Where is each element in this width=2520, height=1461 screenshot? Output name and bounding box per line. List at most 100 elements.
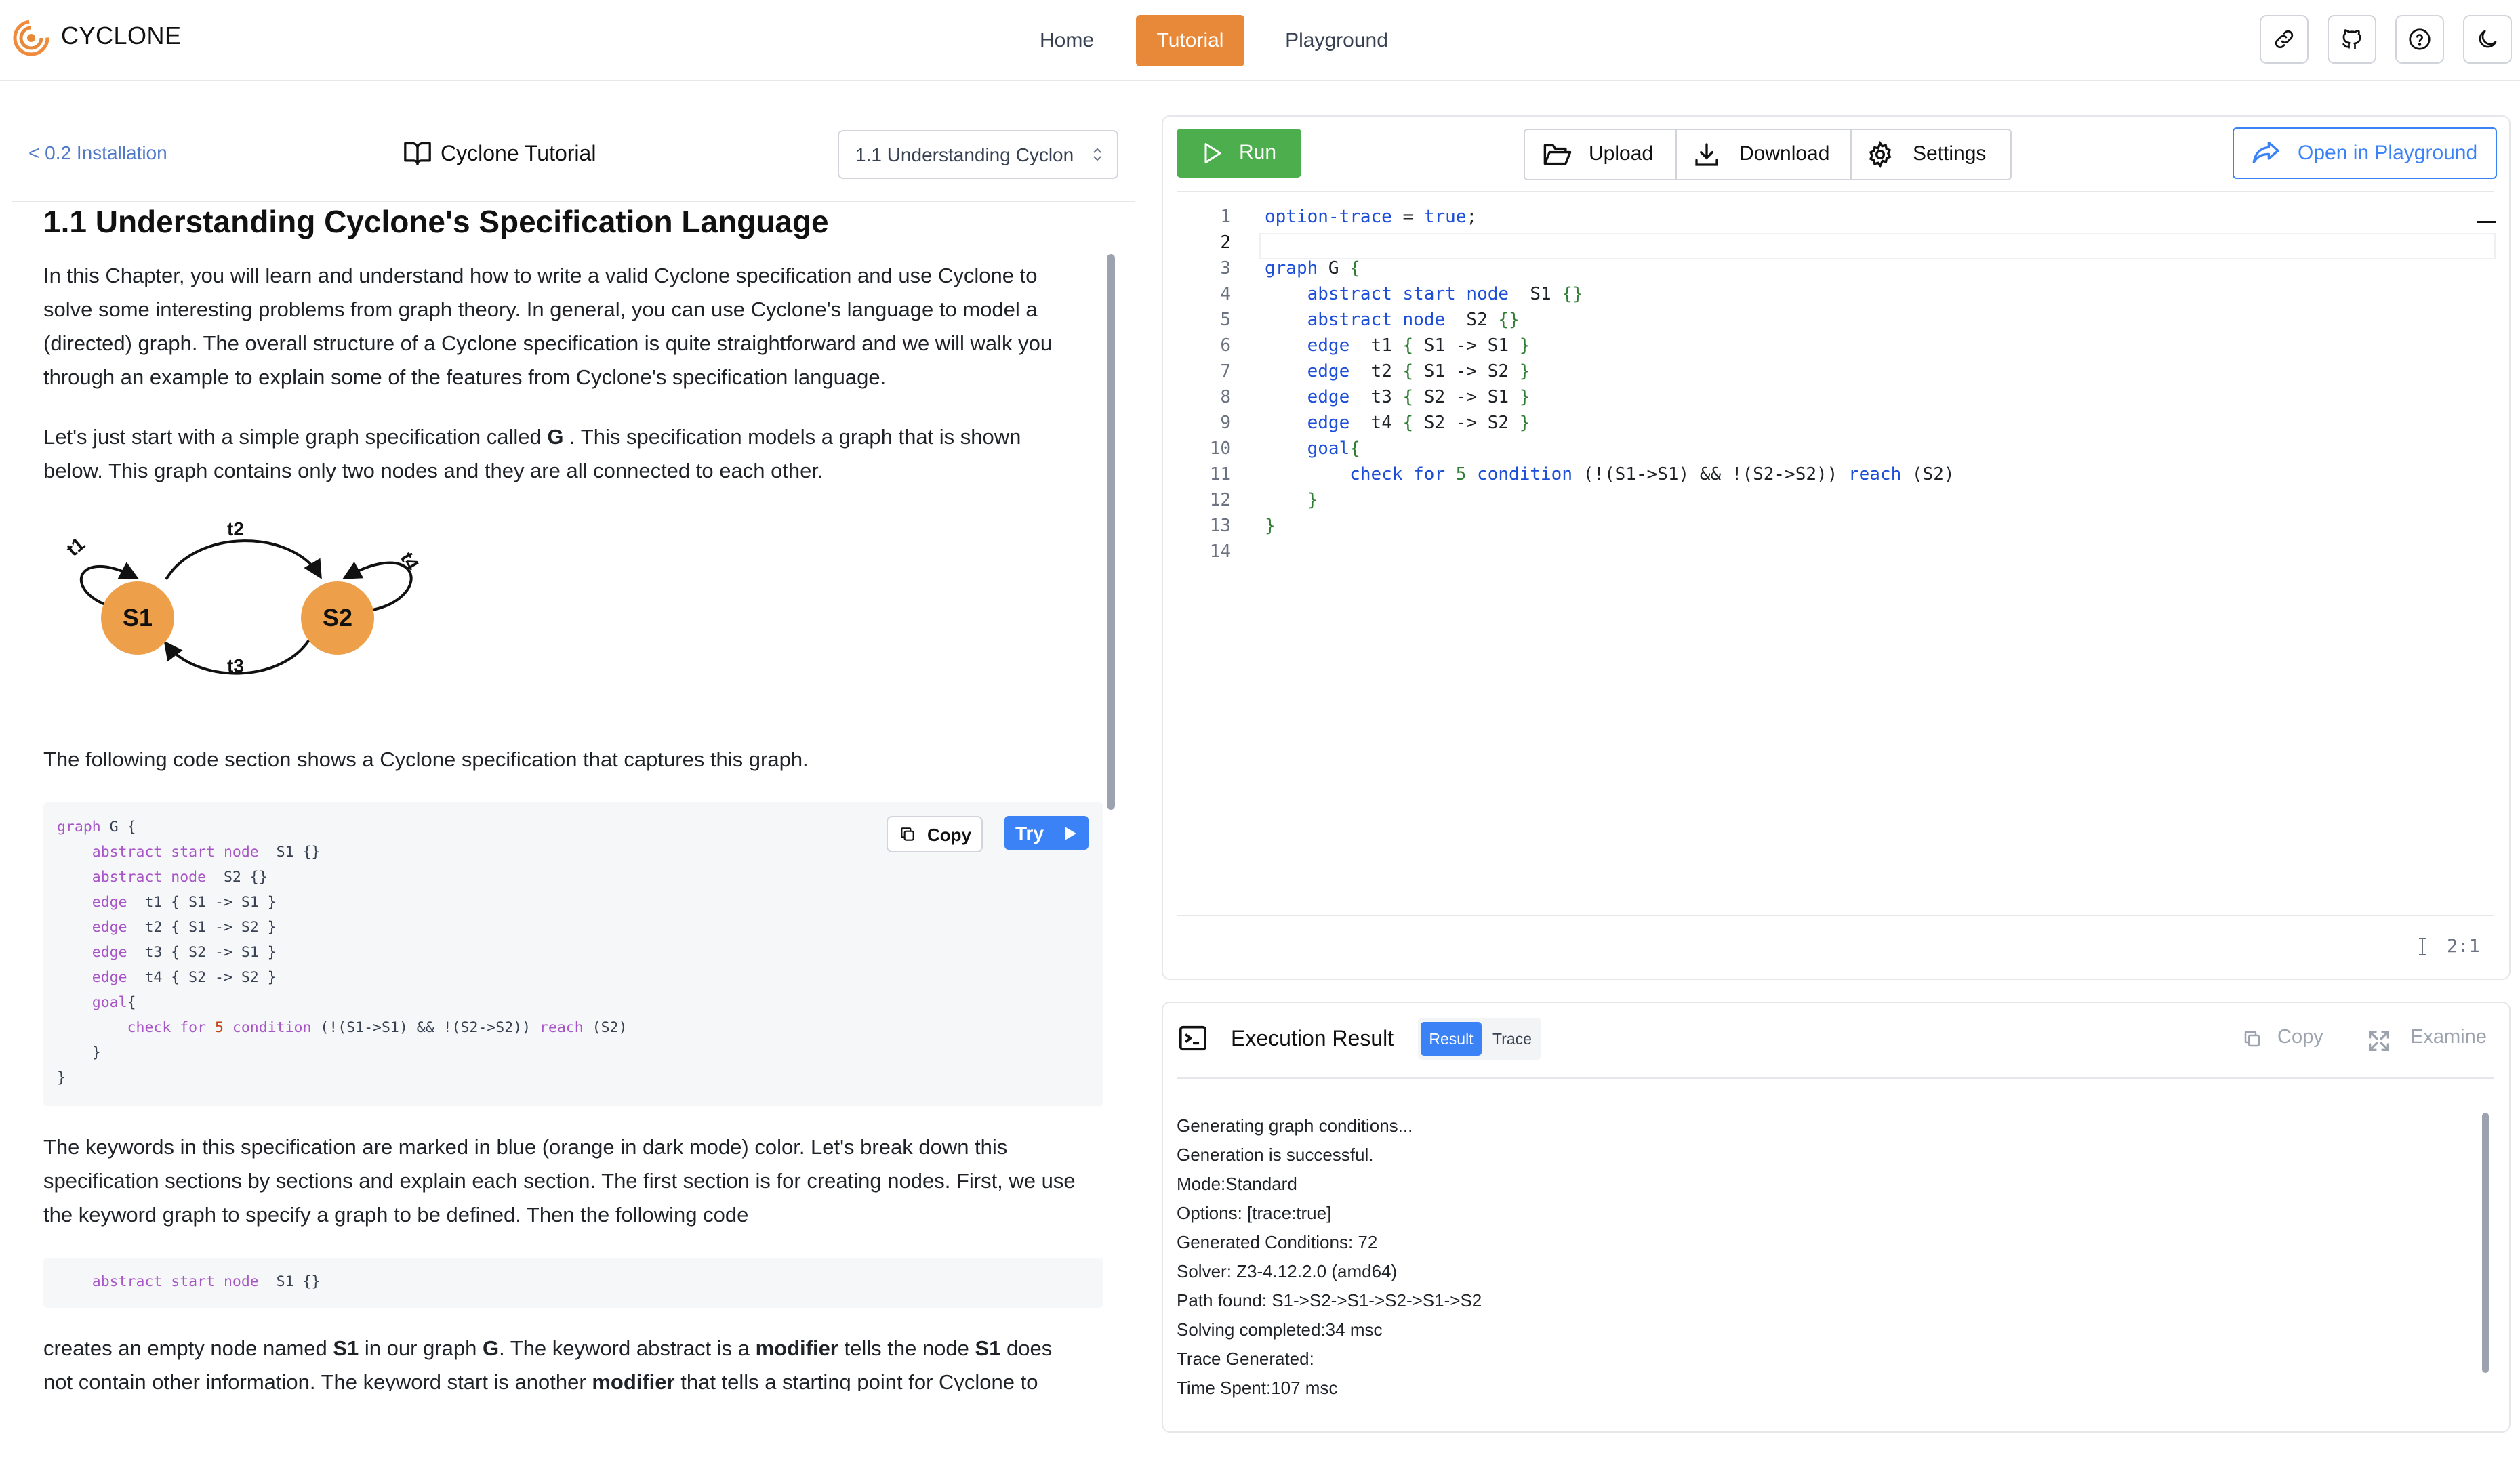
intro-paragraph: In this Chapter, you will learn and unde… [43,259,1101,394]
code-intro-text: The following code section shows a Cyclo… [43,747,809,771]
settings-button[interactable]: Settings [1852,130,2010,179]
line-number: 12 [1209,490,1231,510]
line-number: 14 [1209,541,1231,562]
output-line: Options: [trace:true] [1177,1203,1332,1223]
line-number: 13 [1209,516,1231,536]
text-line: the keyword graph to specify a graph to … [43,1203,749,1227]
keywords-paragraph: The keywords in this specification are m… [43,1130,1101,1232]
code-line[interactable]: goal{ [1265,438,1360,459]
text-line: creates an empty node named S1 in our gr… [43,1336,1053,1360]
output-line: Mode:Standard [1177,1174,1297,1194]
text-line: Let's just start with a simple graph spe… [43,425,1021,449]
text-cursor-icon [2417,937,2428,956]
copy-code-button[interactable]: Copy [887,816,983,852]
edge-label: t1 [62,533,89,560]
run-button[interactable]: Run [1177,129,1301,178]
copy-icon [2244,1031,2260,1047]
nav-tutorial[interactable]: Tutorial [1136,15,1244,66]
settings-label: Settings [1913,142,1987,165]
edge-label: t3 [227,655,244,676]
copy-label: Copy [927,825,971,845]
run-label: Run [1239,141,1277,163]
line-number: 7 [1220,361,1231,382]
node-label: S1 [123,604,153,632]
help-button[interactable] [2395,15,2444,64]
line-number: 1 [1220,207,1231,227]
code-line[interactable]: check for 5 condition (!(S1->S1) && !(S2… [1265,464,1954,485]
text-line: In this Chapter, you will learn and unde… [43,264,1038,287]
edge-label: t4 [397,549,424,574]
line-number: 9 [1220,413,1231,433]
chevron-updown-icon [1093,148,1101,161]
line-number: 4 [1220,284,1231,304]
chapter-heading: 1.1 Understanding Cyclone's Specificatio… [43,204,829,239]
folder-open-icon [1543,144,1572,165]
prev-chapter-link[interactable]: < 0.2 Installation [28,142,167,164]
result-tabs: Result Trace [1418,1018,1541,1060]
text-line: through an example to explain some of th… [43,365,887,389]
share-link-button[interactable] [2260,15,2309,64]
text-line: solve some interesting problems from gra… [43,297,1038,321]
output-line: Trace Generated: [1177,1349,1314,1369]
open-in-playground-button[interactable]: Open in Playground [2233,127,2497,179]
code-line[interactable]: edge t4 { S2 -> S2 } [1265,413,1530,433]
chapter-select[interactable]: 1.1 Understanding Cyclon [838,130,1118,179]
code-line[interactable]: } [1265,516,1276,536]
divider [1177,915,2494,916]
nav-home[interactable]: Home [1017,15,1117,66]
tab-result[interactable]: Result [1421,1022,1482,1056]
examine-label: Examine [2410,1026,2487,1048]
try-code-button[interactable]: Try [1004,816,1089,850]
code-line[interactable]: graph G { [1265,258,1360,279]
graph-intro-paragraph: Let's just start with a simple graph spe… [43,420,1101,488]
output-line: Solving completed:34 msc [1177,1319,1383,1340]
output-line: Generated Conditions: 72 [1177,1232,1378,1252]
code-line[interactable]: } [1265,490,1318,510]
line-number: 2 [1220,232,1231,253]
inline-code-block: abstract start node S1 {} [43,1258,1103,1308]
brand-name[interactable]: CYCLONE [61,22,182,50]
output-line: Generation is successful. [1177,1145,1374,1165]
text-line: specification sections by sections and e… [43,1169,1076,1193]
try-label: Try [1015,823,1044,844]
text-line: The keywords in this specification are m… [43,1135,1008,1159]
divider [1177,1077,2494,1079]
moon-icon [2479,30,2497,48]
upload-button[interactable]: Upload [1525,130,1675,179]
node-label: S2 [323,604,352,632]
github-button[interactable] [2328,15,2376,64]
swirl-logo-icon[interactable] [12,19,50,57]
download-button[interactable]: Download [1677,130,1850,179]
output-scrollbar[interactable] [2482,1113,2489,1373]
execution-panel [1162,1002,2511,1433]
code-line[interactable]: edge t3 { S2 -> S1 } [1265,387,1530,407]
output-line: Generating graph conditions... [1177,1115,1413,1136]
text-line: (directed) graph. The overall structure … [43,331,1053,355]
top-navbar: CYCLONE Home Tutorial Playground [0,0,2520,81]
divider [1177,191,2494,192]
nav-playground[interactable]: Playground [1269,15,1404,66]
output-line: Time Spent:107 msc [1177,1378,1338,1398]
code-line[interactable]: option-trace = true; [1265,207,1477,227]
expand-icon [2369,1031,2389,1051]
code-line[interactable]: abstract node S2 {} [1265,310,1520,330]
play-icon [1065,827,1076,840]
link-icon [2275,30,2294,49]
dark-mode-toggle[interactable] [2463,15,2512,64]
tutorial-title: Cyclone Tutorial [441,141,596,165]
line-number: 6 [1220,335,1231,356]
text-line: below. This graph contains only two node… [43,459,824,482]
output-line: Solver: Z3-4.12.2.0 (amd64) [1177,1261,1398,1281]
code-line[interactable]: abstract start node S1 {} [1265,284,1583,304]
tab-trace[interactable]: Trace [1488,1022,1536,1056]
examine-button[interactable]: Examine [2365,1022,2494,1057]
code-line[interactable]: edge t1 { S1 -> S1 } [1265,335,1530,356]
code-line[interactable]: edge t2 { S1 -> S2 } [1265,361,1530,382]
copy-result-button[interactable]: Copy [2242,1022,2323,1057]
text-line: not contain other information. The keywo… [43,1370,1038,1391]
line-number: 5 [1220,310,1231,330]
copy-icon [901,827,914,841]
graph-diagram: S1 S2 t1 t2 t3 t4 [54,515,434,691]
tutorial-scrollbar[interactable] [1107,254,1115,810]
cursor-position: 2:1 [2447,936,2480,957]
